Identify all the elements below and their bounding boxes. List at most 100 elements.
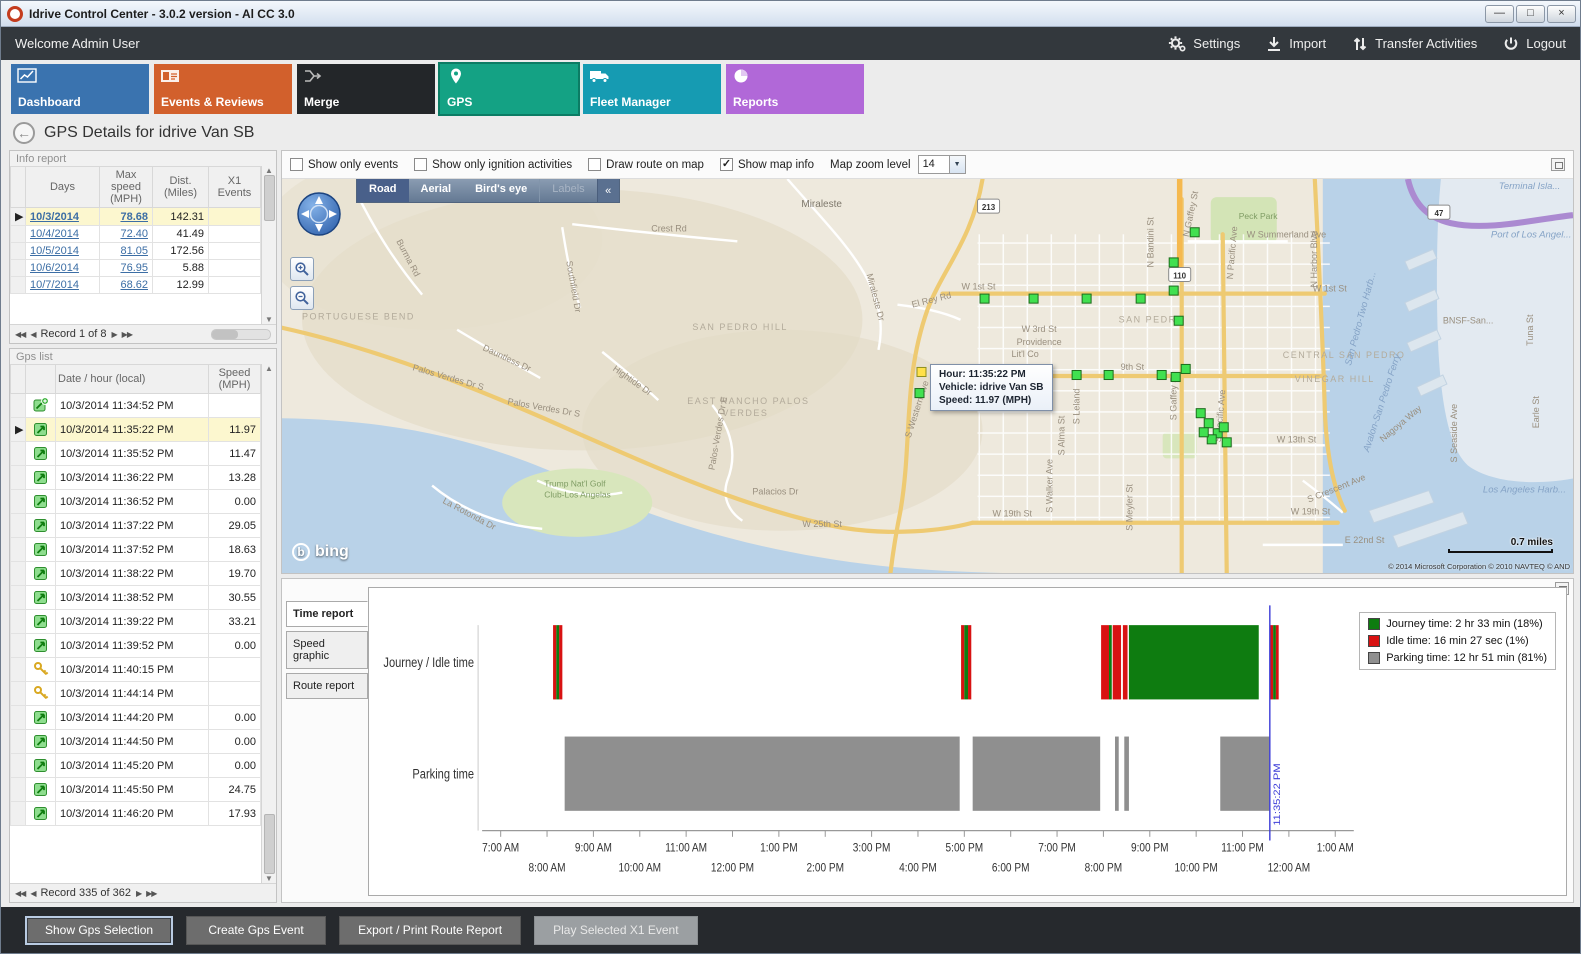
gps-col-speed[interactable]: Speed (MPH)	[209, 365, 261, 394]
gps-row[interactable]: 10/3/2014 11:44:20 PM0.00	[11, 706, 261, 730]
gps-row[interactable]: 10/3/2014 11:45:50 PM24.75	[11, 778, 261, 802]
transfer-activities-button[interactable]: Transfer Activities	[1352, 36, 1477, 52]
info-row[interactable]: 10/7/201468.6212.99	[11, 277, 261, 294]
info-report-hscroll[interactable]	[211, 329, 271, 340]
checkbox-box[interactable]	[588, 158, 601, 171]
info-row[interactable]: ▶10/3/201478.68142.31	[11, 208, 261, 226]
settings-button[interactable]: Settings	[1168, 36, 1240, 52]
gps-point-marker[interactable]	[1169, 286, 1178, 295]
map-svg[interactable]: 21311047 MiralestePeck ParkW Summerland …	[282, 179, 1573, 573]
checkbox-show-map-info[interactable]: ✓Show map info	[720, 158, 814, 171]
pager-first-button[interactable]: ◀◀	[15, 330, 25, 339]
map-canvas[interactable]: 21311047 MiralestePeck ParkW Summerland …	[282, 179, 1573, 573]
gps-point-marker[interactable]	[1072, 370, 1081, 379]
checkbox-box[interactable]	[290, 158, 303, 171]
gps-point-marker[interactable]	[1082, 294, 1091, 303]
gps-point-marker[interactable]	[1222, 438, 1231, 447]
minimize-button[interactable]: —	[1485, 5, 1514, 23]
nav-tile-reports[interactable]: Reports	[726, 64, 864, 114]
map-zoom-in-button[interactable]	[290, 257, 314, 281]
checkbox-show-only-ignition-activities[interactable]: Show only ignition activities	[414, 158, 572, 171]
create-gps-event-button[interactable]: Create Gps Event	[186, 916, 326, 945]
info-col-header[interactable]: Dist. (Miles)	[153, 167, 209, 208]
chart-tab-time-report[interactable]: Time report	[286, 601, 368, 627]
max-speed-link[interactable]: 81.05	[120, 245, 148, 257]
info-col-header[interactable]: Days	[26, 167, 100, 208]
gps-row[interactable]: 10/3/2014 11:40:15 PM	[11, 658, 261, 682]
max-speed-link[interactable]: 68.62	[120, 279, 148, 291]
gps-row[interactable]: 10/3/2014 11:37:22 PM29.05	[11, 514, 261, 538]
logout-button[interactable]: Logout	[1503, 36, 1566, 52]
day-link[interactable]: 10/7/2014	[30, 279, 79, 291]
play-selected-x1-event-button[interactable]: Play Selected X1 Event	[534, 916, 697, 945]
gps-point-marker[interactable]	[1157, 370, 1166, 379]
day-link[interactable]: 10/6/2014	[30, 262, 79, 274]
maximize-button[interactable]: □	[1516, 5, 1545, 23]
gps-col-icon[interactable]	[26, 365, 56, 394]
gps-row[interactable]: 10/3/2014 11:38:52 PM30.55	[11, 586, 261, 610]
nav-tile-fleet-manager[interactable]: Fleet Manager	[583, 64, 721, 114]
gps-point-marker[interactable]	[1219, 423, 1228, 432]
show-gps-selection-button[interactable]: Show Gps Selection	[25, 916, 173, 945]
gps-point-marker[interactable]	[1174, 316, 1183, 325]
map-panel-collapse-button[interactable]	[1551, 158, 1565, 171]
selected-gps-marker[interactable]	[917, 367, 926, 376]
gps-row[interactable]: 10/3/2014 11:35:52 PM11.47	[11, 442, 261, 466]
gps-row[interactable]: ▶10/3/2014 11:35:22 PM11.97	[11, 418, 261, 442]
nav-tile-gps[interactable]: GPS	[440, 64, 578, 114]
map-zoom-out-button[interactable]	[290, 286, 314, 310]
gps-point-marker[interactable]	[1190, 228, 1199, 237]
chart-tab-route-report[interactable]: Route report	[286, 673, 368, 699]
gps-point-marker[interactable]	[1196, 409, 1205, 418]
nav-tile-merge[interactable]: Merge	[297, 64, 435, 114]
pager-prev-button[interactable]: ◀	[30, 889, 35, 898]
pager-next-button[interactable]: ▶	[112, 330, 117, 339]
nav-tile-events-reviews[interactable]: Events & Reviews	[154, 64, 292, 114]
gps-row[interactable]: 10/3/2014 11:39:22 PM33.21	[11, 610, 261, 634]
map-view-tab-bird-s-eye[interactable]: Bird's eye	[463, 179, 539, 202]
map-view-tab-aerial[interactable]: Aerial	[409, 179, 464, 202]
pager-last-button[interactable]: ▶▶	[146, 889, 156, 898]
gps-point-marker[interactable]	[980, 294, 989, 303]
map-pan-control[interactable]	[296, 191, 342, 242]
gps-row[interactable]: 10/3/2014 11:34:52 PM	[11, 394, 261, 418]
map-view-tab-labels[interactable]: Labels	[539, 179, 596, 202]
pager-last-button[interactable]: ▶▶	[122, 330, 132, 339]
gps-point-marker[interactable]	[1181, 364, 1190, 373]
max-speed-link[interactable]: 78.68	[120, 211, 148, 223]
gps-point-marker[interactable]	[1171, 372, 1180, 381]
nav-tile-dashboard[interactable]: Dashboard	[11, 64, 149, 114]
info-col-header[interactable]: Max speed (MPH)	[100, 167, 153, 208]
info-row[interactable]: 10/5/201481.05172.56	[11, 243, 261, 260]
checkbox-box[interactable]	[414, 158, 427, 171]
info-row[interactable]: 10/6/201476.955.88	[11, 260, 261, 277]
gps-row[interactable]: 10/3/2014 11:39:52 PM0.00	[11, 634, 261, 658]
pager-prev-button[interactable]: ◀	[30, 330, 35, 339]
chart-tab-speed-graphic[interactable]: Speed graphic	[286, 631, 368, 669]
gps-col-date[interactable]: Date / hour (local)	[56, 365, 209, 394]
day-link[interactable]: 10/4/2014	[30, 228, 79, 240]
gps-point-marker[interactable]	[915, 389, 924, 398]
gps-row[interactable]: 10/3/2014 11:36:52 PM0.00	[11, 490, 261, 514]
gps-point-marker[interactable]	[1199, 428, 1208, 437]
gps-row[interactable]: 10/3/2014 11:46:20 PM17.93	[11, 802, 261, 826]
chevron-down-icon[interactable]: ▼	[949, 156, 965, 173]
checkbox-show-only-events[interactable]: Show only events	[290, 158, 398, 171]
info-row[interactable]: 10/4/201472.4041.49	[11, 226, 261, 243]
gps-row[interactable]: 10/3/2014 11:44:50 PM0.00	[11, 730, 261, 754]
info-report-scrollbar[interactable]: ▲▼	[261, 166, 276, 324]
gps-list-scrollbar[interactable]: ▲▼	[261, 364, 276, 883]
checkbox-draw-route-on-map[interactable]: Draw route on map	[588, 158, 704, 171]
back-button[interactable]: ←	[13, 122, 35, 144]
map-view-tabs-collapse-button[interactable]: «	[597, 179, 619, 202]
day-link[interactable]: 10/5/2014	[30, 245, 79, 257]
close-button[interactable]: ×	[1547, 5, 1576, 23]
day-link[interactable]: 10/3/2014	[30, 211, 79, 223]
gps-point-marker[interactable]	[1104, 370, 1113, 379]
gps-point-marker[interactable]	[1204, 419, 1213, 428]
pager-next-button[interactable]: ▶	[136, 889, 141, 898]
max-speed-link[interactable]: 72.40	[120, 228, 148, 240]
gps-row[interactable]: 10/3/2014 11:44:14 PM	[11, 682, 261, 706]
gps-point-marker[interactable]	[1169, 258, 1178, 267]
gps-point-marker[interactable]	[1029, 294, 1038, 303]
